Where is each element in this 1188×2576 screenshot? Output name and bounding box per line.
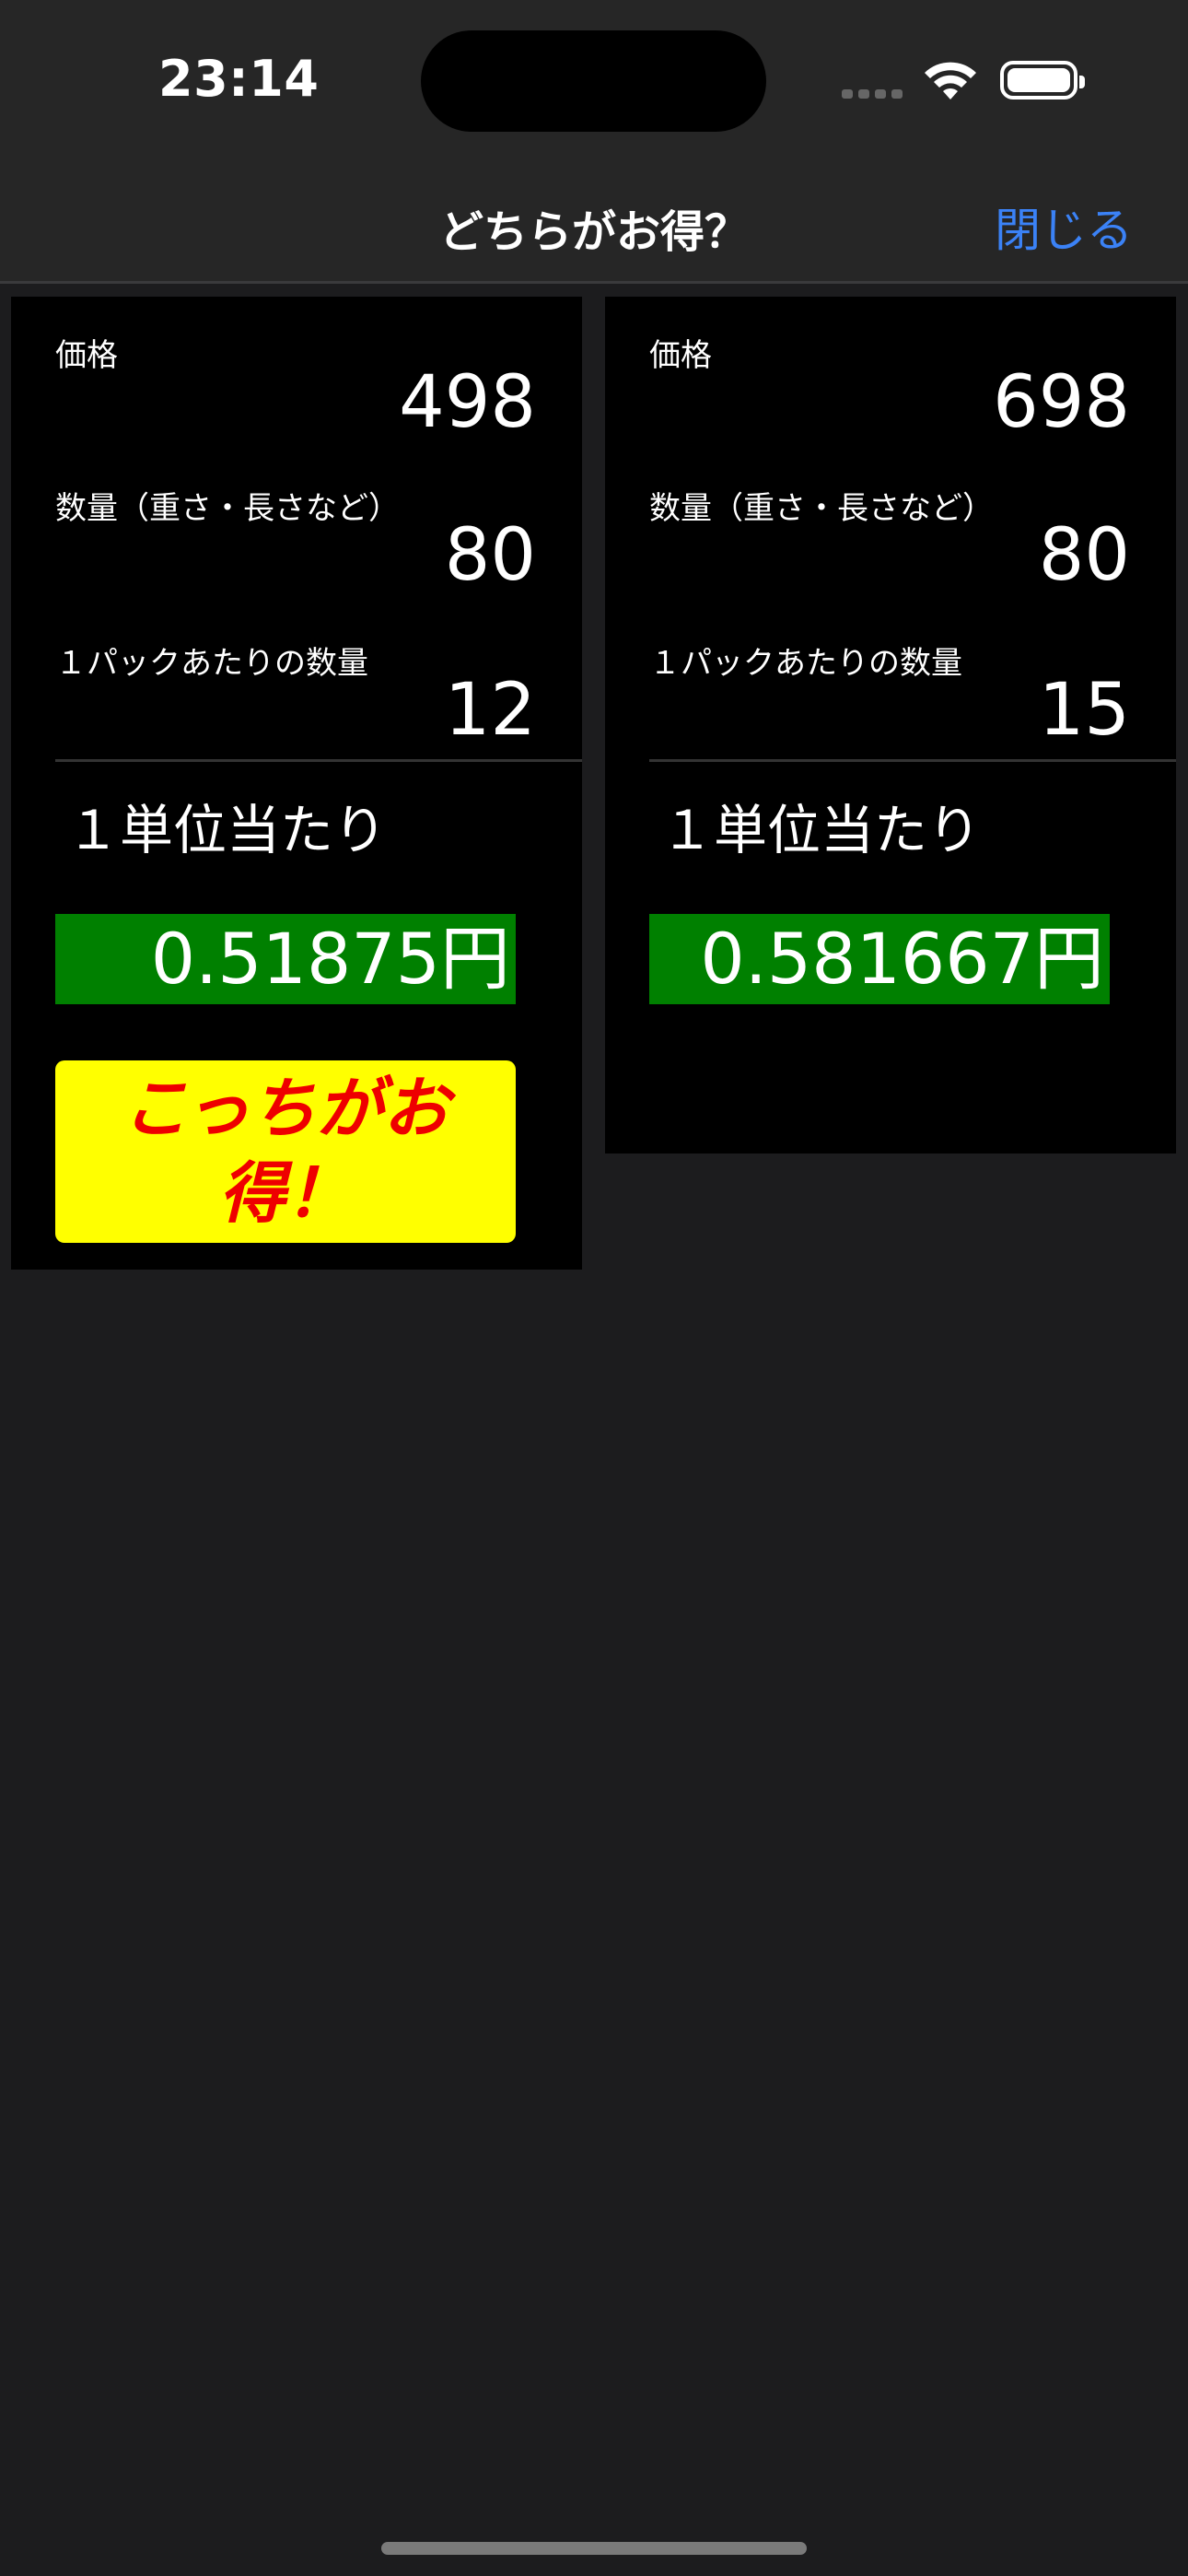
quantity-label: 数量（重さ・長さなど） [649, 490, 994, 527]
product-card-right: 価格 698 数量（重さ・長さなど） 80 １パックあたりの数量 15 １単位当… [605, 297, 1176, 1153]
price-label: 価格 [649, 337, 712, 374]
unit-price-label: １単位当たり [660, 799, 982, 861]
per-pack-value[interactable]: 12 [445, 669, 536, 752]
price-value[interactable]: 498 [399, 361, 536, 444]
unit-price-value: 0.51875円 [55, 914, 516, 1004]
status-bar: 23:14 [0, 0, 1188, 147]
home-indicator[interactable] [381, 2542, 807, 2555]
divider [649, 759, 1176, 762]
product-card-left: 価格 498 数量（重さ・長さなど） 80 １パックあたりの数量 12 １単位当… [11, 297, 582, 1270]
price-value[interactable]: 698 [993, 361, 1130, 444]
quantity-label: 数量（重さ・長さなど） [55, 490, 400, 527]
status-time: 23:14 [158, 50, 320, 108]
battery-icon [1000, 61, 1085, 100]
unit-price-value: 0.581667円 [649, 914, 1110, 1004]
wifi-icon [925, 62, 976, 100]
better-deal-badge: こっちがお得！ [55, 1060, 516, 1243]
close-button[interactable]: 閉じる [995, 193, 1133, 260]
divider [55, 759, 582, 762]
price-label: 価格 [55, 337, 118, 374]
per-pack-value[interactable]: 15 [1039, 669, 1130, 752]
per-pack-label: １パックあたりの数量 [649, 645, 962, 682]
cellular-signal-icon [842, 85, 908, 102]
dynamic-island [421, 30, 766, 132]
navigation-bar: どちらがお得？ 閉じる [0, 147, 1188, 284]
per-pack-label: １パックあたりの数量 [55, 645, 368, 682]
unit-price-label: １単位当たり [66, 799, 388, 861]
quantity-value[interactable]: 80 [445, 514, 536, 597]
quantity-value[interactable]: 80 [1039, 514, 1130, 597]
